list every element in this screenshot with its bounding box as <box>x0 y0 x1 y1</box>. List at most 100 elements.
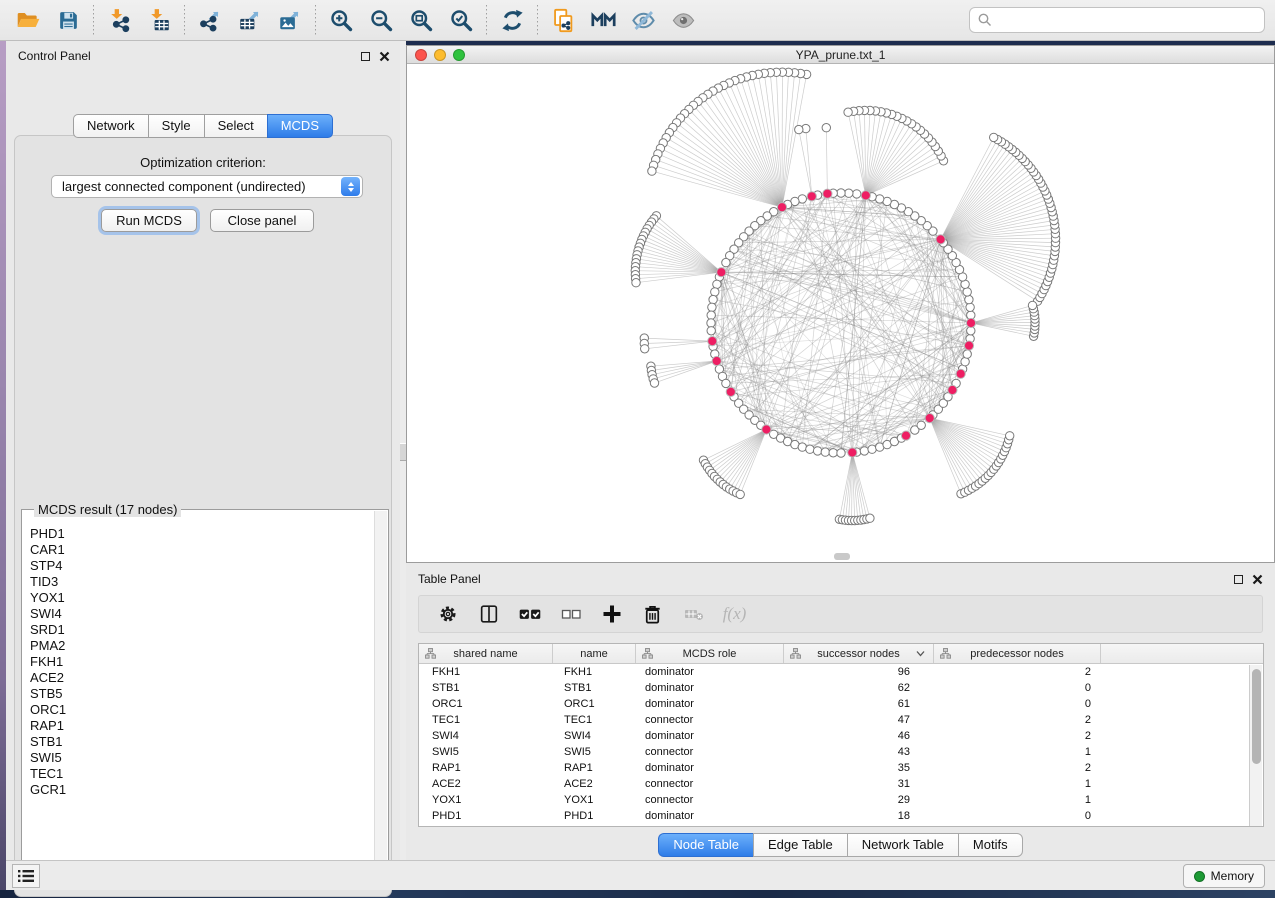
export-network-button[interactable] <box>190 3 230 37</box>
column-header-MCDS-role[interactable]: MCDS role <box>636 644 784 663</box>
mcds-result-item[interactable]: ORC1 <box>30 702 375 718</box>
search-input[interactable] <box>993 10 1264 30</box>
mcds-result-item[interactable]: FKH1 <box>30 654 375 670</box>
table-toolbar: f(x) <box>418 595 1263 633</box>
table-settings-button[interactable] <box>429 598 466 630</box>
mcds-result-item[interactable]: TID3 <box>30 574 375 590</box>
table-row[interactable]: SWI5SWI5connector431 <box>419 744 1263 760</box>
zoom-out-button[interactable] <box>361 3 401 37</box>
table-scrollbar-thumb[interactable] <box>1252 669 1261 764</box>
mcds-result-item[interactable]: SWI4 <box>30 606 375 622</box>
panel-list-button[interactable] <box>12 864 40 888</box>
cell-shared_name: YOX1 <box>419 792 553 808</box>
cell-predecessors: 1 <box>934 744 1101 760</box>
delete-column-button[interactable] <box>634 598 671 630</box>
import-network-button[interactable] <box>99 3 139 37</box>
table-row[interactable]: ACE2ACE2connector311 <box>419 776 1263 792</box>
table-row[interactable]: TEC1TEC1connector472 <box>419 712 1263 728</box>
column-header-predecessor-nodes[interactable]: predecessor nodes <box>934 644 1101 663</box>
cell-successors: 31 <box>784 776 934 792</box>
close-panel-button[interactable]: Close panel <box>210 209 314 232</box>
memory-button[interactable]: Memory <box>1183 864 1265 888</box>
run-mcds-button[interactable]: Run MCDS <box>101 209 197 232</box>
mcds-result-item[interactable]: RAP1 <box>30 718 375 734</box>
table-row[interactable]: RAP1RAP1dominator352 <box>419 760 1263 776</box>
network-canvas[interactable] <box>407 64 1274 562</box>
cell-predecessors: 0 <box>934 680 1101 696</box>
mcds-result-item[interactable]: SWI5 <box>30 750 375 766</box>
mcds-result-item[interactable]: CAR1 <box>30 542 375 558</box>
cell-shared_name: STB1 <box>419 680 553 696</box>
plus-icon <box>600 602 624 626</box>
delete-table-button-disabled <box>675 598 712 630</box>
float-panel-icon[interactable] <box>361 52 370 61</box>
show-all-button[interactable] <box>663 3 703 37</box>
control-panel: Control Panel NetworkStyleSelectMCDS Opt… <box>6 41 400 860</box>
tab-select[interactable]: Select <box>204 114 267 138</box>
zoom-fit-button[interactable] <box>401 3 441 37</box>
toolbar-separator <box>315 5 316 35</box>
memory-label: Memory <box>1211 869 1254 883</box>
add-column-button[interactable] <box>593 598 630 630</box>
mcds-result-item[interactable]: STB5 <box>30 686 375 702</box>
sitemap-icon <box>642 648 653 659</box>
tab-mcds[interactable]: MCDS <box>267 114 333 138</box>
mcds-result-item[interactable]: STP4 <box>30 558 375 574</box>
table-row[interactable]: SWI4SWI4dominator462 <box>419 728 1263 744</box>
tab-network-table[interactable]: Network Table <box>847 833 958 857</box>
table-row[interactable]: FKH1FKH1dominator962 <box>419 664 1263 680</box>
table-row[interactable]: YOX1YOX1connector291 <box>419 792 1263 808</box>
mcds-result-item[interactable]: GCR1 <box>30 782 375 798</box>
optimization-criterion-select[interactable]: largest connected component (undirected) <box>51 175 363 198</box>
mcds-result-item[interactable]: PHD1 <box>30 526 375 542</box>
table-row[interactable]: ORC1ORC1dominator610 <box>419 696 1263 712</box>
mcds-result-item[interactable]: STB1 <box>30 734 375 750</box>
tab-node-table[interactable]: Node Table <box>658 833 753 857</box>
column-header-name[interactable]: name <box>553 644 636 663</box>
chevron-down-icon[interactable] <box>916 650 925 657</box>
toolbar-separator <box>184 5 185 35</box>
tab-motifs[interactable]: Motifs <box>958 833 1023 857</box>
select-all-checks-button[interactable] <box>511 598 548 630</box>
import-table-button[interactable] <box>139 3 179 37</box>
zoom-in-button[interactable] <box>321 3 361 37</box>
refresh-button[interactable] <box>492 3 532 37</box>
cell-predecessors: 2 <box>934 712 1101 728</box>
export-table-button[interactable] <box>230 3 270 37</box>
cell-shared_name: SWI4 <box>419 728 553 744</box>
network-graph-svg[interactable] <box>407 64 1274 562</box>
close-table-panel-icon[interactable] <box>1252 574 1263 585</box>
tab-network[interactable]: Network <box>73 114 148 138</box>
network-scroll-nub[interactable] <box>834 553 850 560</box>
tab-edge-table[interactable]: Edge Table <box>753 833 847 857</box>
mcds-result-item[interactable]: YOX1 <box>30 590 375 606</box>
table-row[interactable]: PHD1PHD1dominator180 <box>419 808 1263 824</box>
mcds-result-item[interactable]: ACE2 <box>30 670 375 686</box>
copy-network-button[interactable] <box>543 3 583 37</box>
select-stepper-icon <box>341 177 360 196</box>
mcds-result-item[interactable]: PMA2 <box>30 638 375 654</box>
hide-selected-button[interactable] <box>623 3 663 37</box>
deselect-all-checks-button[interactable] <box>552 598 589 630</box>
export-image-button[interactable] <box>270 3 310 37</box>
delete-table-icon <box>682 602 706 626</box>
mcds-result-list[interactable]: PHD1CAR1STP4TID3YOX1SWI4SRD1PMA2FKH1ACE2… <box>23 520 375 875</box>
zoom-selected-button[interactable] <box>441 3 481 37</box>
column-header-shared-name[interactable]: shared name <box>419 644 553 663</box>
mcds-result-item[interactable]: TEC1 <box>30 766 375 782</box>
column-header-successor-nodes[interactable]: successor nodes <box>784 644 934 663</box>
show-columns-button[interactable] <box>470 598 507 630</box>
float-table-panel-icon[interactable] <box>1234 575 1243 584</box>
open-file-button[interactable] <box>8 3 48 37</box>
selected-option-text: largest connected component (undirected) <box>52 179 341 194</box>
network-window-titlebar[interactable]: YPA_prune.txt_1 <box>407 46 1274 64</box>
first-neighbors-button[interactable] <box>583 3 623 37</box>
mcds-result-item[interactable]: SRD1 <box>30 622 375 638</box>
save-session-button[interactable] <box>48 3 88 37</box>
close-panel-icon[interactable] <box>379 51 390 62</box>
mcds-result-scrollbar[interactable] <box>374 511 387 875</box>
search-field[interactable] <box>969 7 1265 33</box>
table-row[interactable]: STB1STB1dominator620 <box>419 680 1263 696</box>
table-scrollbar[interactable] <box>1249 665 1262 826</box>
tab-style[interactable]: Style <box>148 114 204 138</box>
